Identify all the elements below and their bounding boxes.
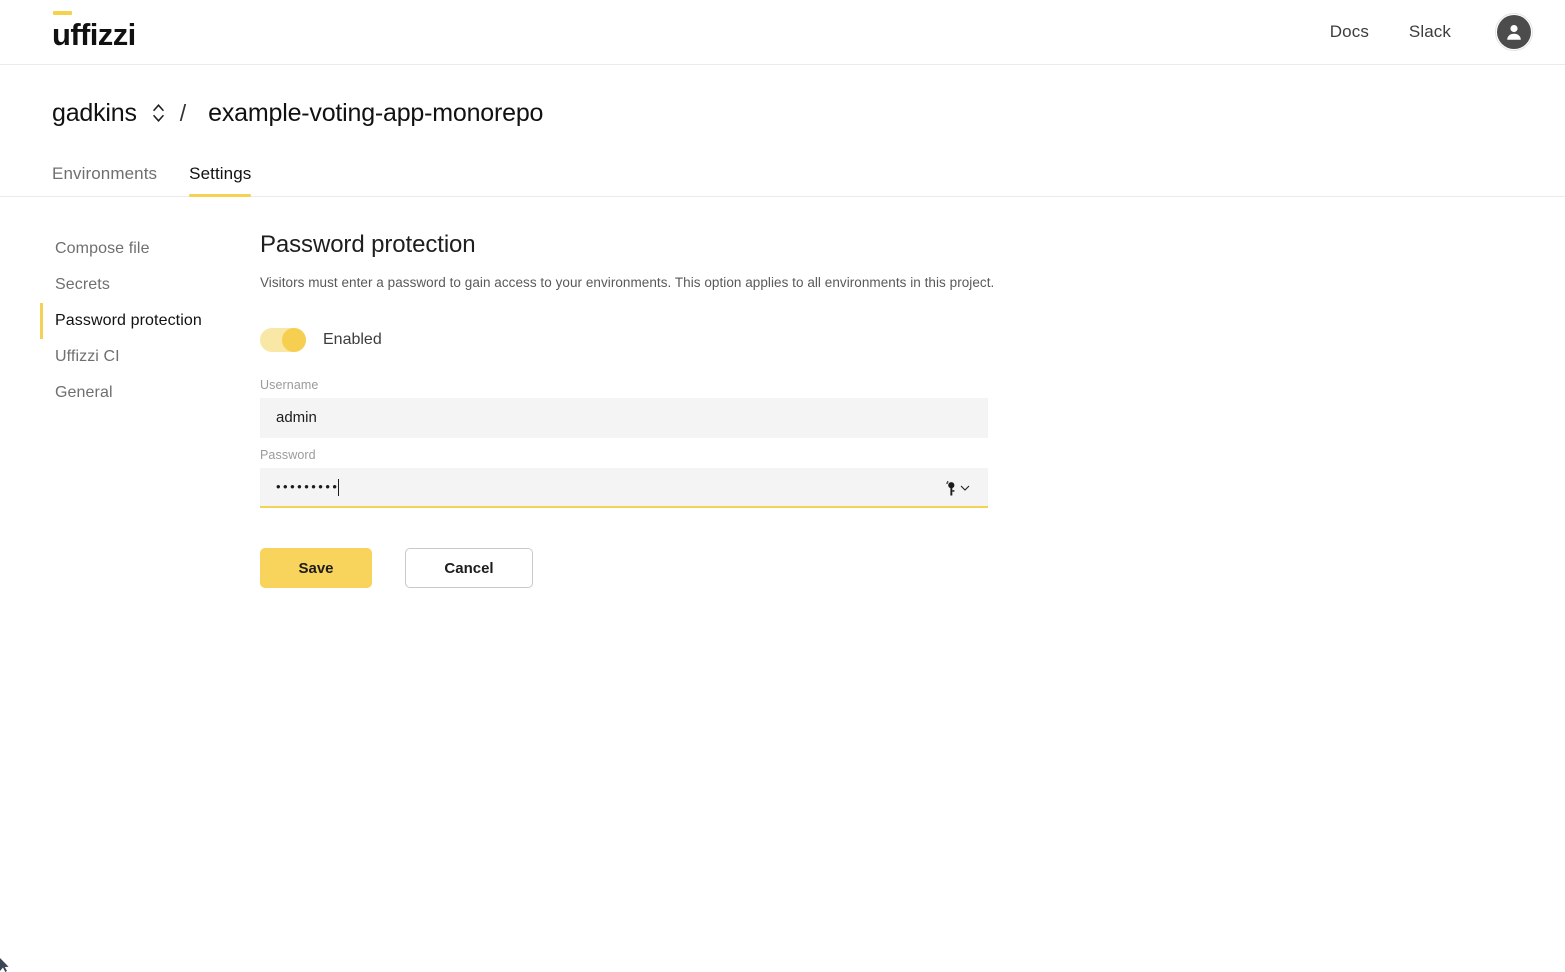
enabled-toggle-row: Enabled [260, 328, 994, 352]
password-protection-toggle[interactable] [260, 328, 306, 352]
logo-text: uffizzi [52, 17, 136, 52]
app-header: uffizzi Docs Slack [0, 0, 1565, 65]
breadcrumb-project[interactable]: example-voting-app-monorepo [208, 99, 543, 128]
tab-environments[interactable]: Environments [52, 164, 157, 196]
breadcrumb: gadkins / example-voting-app-monorepo [0, 65, 1565, 125]
password-masked-value: ••••••••• [276, 467, 339, 507]
toggle-knob [282, 328, 306, 352]
save-button[interactable]: Save [260, 548, 372, 588]
sidebar-item-general[interactable]: General [40, 375, 248, 411]
logo-overbar-accent [53, 11, 72, 15]
tab-settings[interactable]: Settings [189, 164, 251, 196]
text-caret [338, 479, 339, 496]
sidebar-item-uffizzi-ci[interactable]: Uffizzi CI [40, 339, 248, 375]
person-icon [1503, 21, 1525, 43]
toggle-state-label: Enabled [323, 331, 382, 349]
nav-link-slack[interactable]: Slack [1409, 22, 1451, 42]
username-field-group: Username [260, 378, 988, 438]
sidebar-item-password-protection[interactable]: Password protection [40, 303, 248, 339]
chevron-down-icon [960, 483, 970, 493]
tab-bar: Environments Settings [0, 151, 1565, 197]
password-input-wrapper: ••••••••• [260, 468, 988, 508]
page-title: Password protection [260, 231, 994, 259]
username-label: Username [260, 378, 988, 392]
breadcrumb-separator: / [180, 100, 186, 127]
avatar[interactable] [1495, 13, 1533, 51]
header-nav: Docs Slack [1330, 13, 1533, 51]
username-input[interactable] [260, 398, 988, 438]
cancel-button[interactable]: Cancel [405, 548, 533, 588]
panel-description: Visitors must enter a password to gain a… [260, 275, 994, 290]
page-body: Compose file Secrets Password protection… [0, 197, 1565, 588]
settings-sidebar: Compose file Secrets Password protection… [0, 231, 248, 588]
chevron-updown-icon[interactable] [151, 102, 166, 124]
mouse-cursor [0, 958, 9, 972]
form-actions: Save Cancel [260, 548, 994, 588]
uffizzi-logo[interactable]: uffizzi [52, 15, 136, 50]
password-field-group: Password ••••••••• [260, 448, 988, 508]
password-label: Password [260, 448, 988, 462]
sidebar-item-compose-file[interactable]: Compose file [40, 231, 248, 267]
avatar-circle [1497, 15, 1531, 49]
breadcrumb-org[interactable]: gadkins [52, 99, 137, 128]
password-protection-panel: Password protection Visitors must enter … [248, 231, 994, 588]
password-manager-control[interactable] [946, 468, 970, 508]
sidebar-item-secrets[interactable]: Secrets [40, 267, 248, 303]
password-input[interactable]: ••••••••• [260, 468, 988, 508]
nav-link-docs[interactable]: Docs [1330, 22, 1369, 42]
key-icon [946, 481, 957, 496]
